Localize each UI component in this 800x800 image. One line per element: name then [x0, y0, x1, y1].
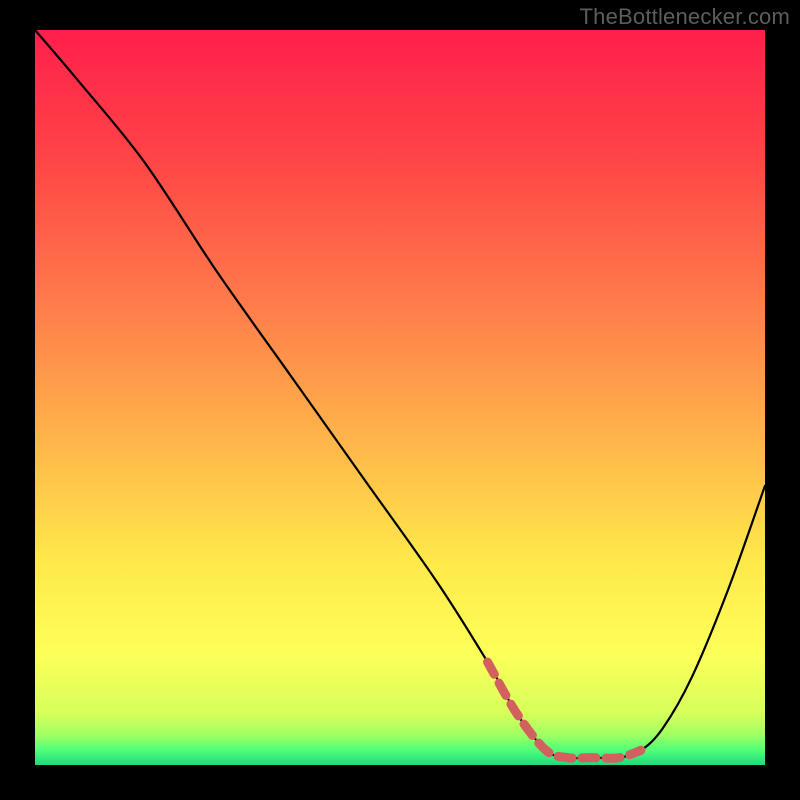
- chart-container: TheBottlenecker.com: [0, 0, 800, 800]
- bottleneck-curve: [35, 30, 765, 765]
- highlight-segment: [488, 662, 641, 758]
- watermark-text: TheBottlenecker.com: [580, 4, 790, 30]
- plot-area: [35, 30, 765, 765]
